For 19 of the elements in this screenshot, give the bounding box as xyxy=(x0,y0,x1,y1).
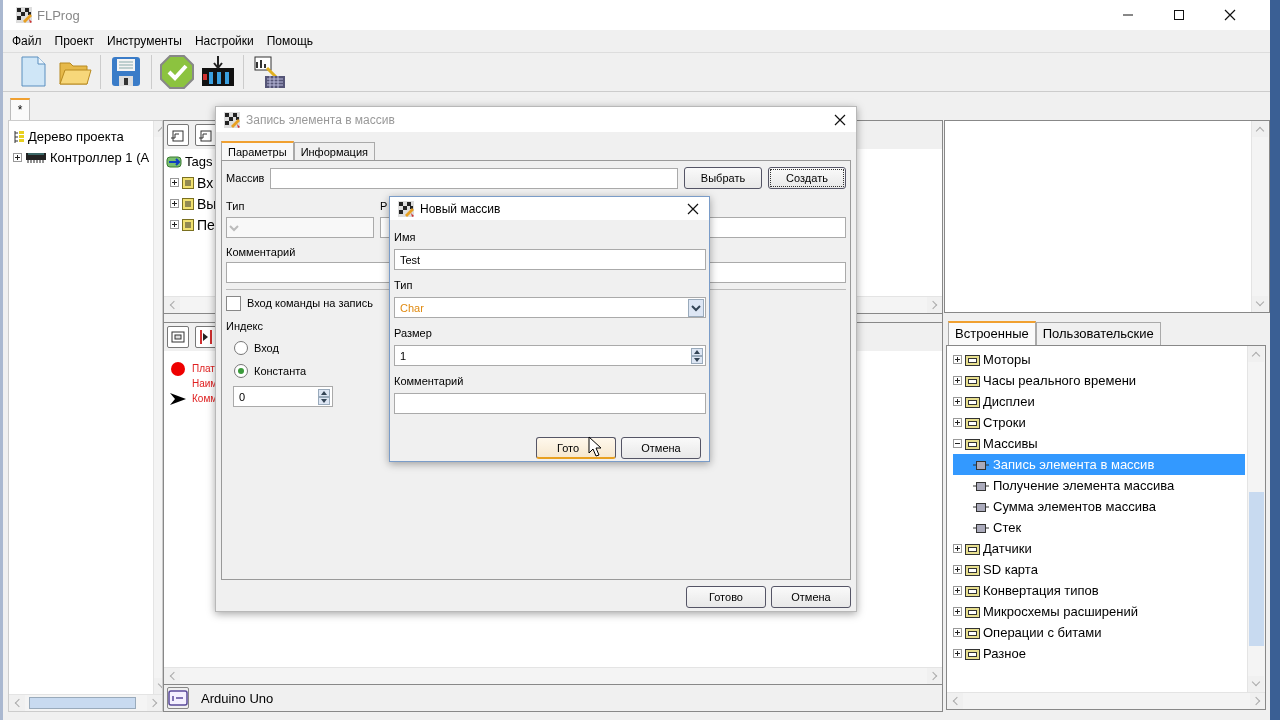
field-label: Р xyxy=(380,200,388,212)
field-label: Тип xyxy=(394,279,414,293)
info-text: Плат xyxy=(192,362,216,376)
info-text: Наим xyxy=(192,377,218,391)
field-label: Массив xyxy=(226,172,264,184)
field-label: Размер xyxy=(394,327,433,341)
dialog-title: Новый массив xyxy=(420,201,501,216)
field-label: Тип xyxy=(226,200,245,212)
status-text: Arduino Uno xyxy=(201,690,274,706)
radio-label: Константа xyxy=(254,365,307,377)
dialog-title: Запись элемента в массив xyxy=(246,112,395,127)
info-text: Комм xyxy=(192,392,218,406)
checkbox-label: Вход команды на запись xyxy=(247,297,373,309)
radio-label: Вход xyxy=(254,342,279,354)
field-label: Комментарий xyxy=(226,246,297,258)
window-title: FLProg xyxy=(37,7,80,23)
field-label: Имя xyxy=(394,231,417,245)
field-label: Комментарий xyxy=(394,375,465,389)
field-label: Индекс xyxy=(226,320,264,332)
